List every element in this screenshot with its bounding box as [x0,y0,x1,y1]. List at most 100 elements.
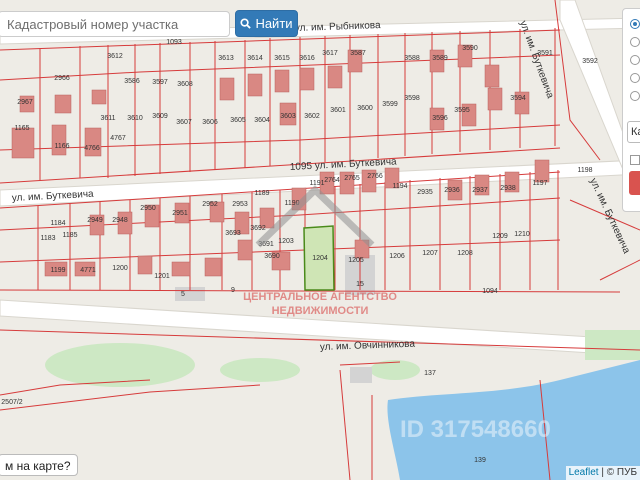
parcel-number: 1210 [514,231,530,238]
parcel-number: 3602 [304,113,320,120]
search-button[interactable]: Найти [235,10,298,37]
parcel-number: 3611 [100,115,115,122]
parcel-number: 1200 [112,265,128,272]
parcel-number: 4767 [110,135,126,142]
parcel-number: 2935 [417,189,433,196]
parcel-number: 3605 [230,117,246,124]
parcel-number: 2967 [17,99,33,106]
parcel-number: 1184 [50,220,65,227]
parcel-number: 3616 [299,55,315,62]
parcel-number: 139 [474,457,486,464]
parcel-number: 1201 [154,273,170,280]
parcel-number: 3599 [382,101,398,108]
search-button-label: Найти [255,16,293,31]
parcel-number: 1198 [577,167,592,174]
parcel-number: 2952 [202,201,218,208]
parcel-number: 3586 [124,78,140,85]
parcel-number: 1183 [40,235,55,242]
parcel-number: 2950 [140,205,156,212]
parcel-number: 3615 [274,55,290,62]
parcel-number: 3607 [176,119,192,126]
parcel-number: 3587 [350,50,366,57]
parcel-number: 2951 [172,210,188,217]
parcel-number: 3617 [322,50,338,57]
parcel-number: 1191 [309,180,324,187]
map-attribution: Leaflet | © ПУБ [565,466,640,480]
parcel-number: 1209 [492,233,508,240]
parcel-number: 2764 [324,177,340,184]
parcel-number: 4766 [84,145,100,152]
parcel-number: 3592 [582,58,598,65]
parcel-number: 3589 [432,55,448,62]
parcel-number: 3606 [202,119,218,126]
parcel-number: 1189 [254,190,269,197]
parcel-number: 2936 [444,187,460,194]
parcel-number: 1166 [54,143,69,150]
parcel-number: 2766 [367,173,383,180]
parcel-number: 1203 [278,238,294,245]
parcel-number: 1199 [50,267,65,274]
parcel-number: 1206 [389,253,405,260]
attribution-text: | © ПУБ [601,467,637,478]
parcel-number: 3692 [250,225,266,232]
parcel-number: 3609 [152,113,168,120]
parcel-number: 3604 [254,117,270,124]
layer-radio-2[interactable] [630,37,640,47]
parcel-number: 1208 [457,250,473,257]
parcel-number: 1194 [392,183,407,190]
layer-radio-5[interactable] [630,91,640,101]
parcel-number: 2937 [472,187,488,194]
panel-action-button[interactable] [629,171,640,195]
parcel-number: 15 [356,281,364,288]
parcel-number: 2966 [54,75,70,82]
layer-panel: Ка [622,8,640,212]
parcel-number: 3595 [454,107,470,114]
parcel-number: 3610 [127,115,143,122]
layer-checkbox[interactable] [630,155,640,165]
parcel-number: 3594 [510,95,526,102]
parcel-number: 3591 [537,50,553,57]
parcel-number: 1094 [482,288,498,295]
parcel-number: 1207 [422,250,438,257]
parcel-number: 1204 [312,255,328,262]
parcel-number: 1205 [348,257,364,264]
layer-radio-4[interactable] [630,73,640,83]
parcel-number: 3612 [107,53,123,60]
parcel-number: 3614 [247,55,263,62]
parcel-number: 3690 [264,253,280,260]
parcel-number: 2949 [87,217,103,224]
listing-id-watermark: ID 317548660 [400,416,551,443]
parcel-number: 1093 [166,39,182,46]
parcel-number: 2948 [112,217,128,224]
leaflet-link[interactable]: Leaflet [569,467,599,478]
parcel-number: 3596 [432,115,448,122]
search-icon [240,18,252,29]
parcel-number: 3590 [462,45,478,52]
parcel-number: 2507/2 [1,399,23,406]
feedback-question-button[interactable]: м на карте? [0,454,78,476]
parcel-number: 5 [181,291,185,298]
parcel-number: 1197 [532,180,547,187]
cadastral-map[interactable]: ул. им. Рыбникова 1095 ул. им. Буткевича… [0,0,640,480]
parcel-number: 3693 [225,230,241,237]
parcel-number: 3598 [404,95,420,102]
parcel-number: 3588 [404,55,420,62]
parcel-number: 3597 [152,79,168,86]
parcel-number: 2765 [344,175,360,182]
parcel-number: 2938 [500,185,516,192]
watermark-line2: НЕДВИЖИМОСТИ [272,305,369,317]
parcel-number: 3608 [177,81,193,88]
cadastral-search-input[interactable] [0,11,230,37]
parcel-number: 3600 [357,105,373,112]
parcel-number: 3601 [330,107,346,114]
layer-radio-3[interactable] [630,55,640,65]
parcel-number: 4771 [80,267,96,274]
layer-select[interactable]: Ка [627,121,640,143]
layer-radio-1[interactable] [630,19,640,29]
parcel-number: 2953 [232,201,248,208]
parcel-number: 1185 [62,232,77,239]
watermark-line1: ЦЕНТРАЛЬНОЕ АГЕНТСТВО [243,291,397,303]
parcel-number: 3603 [280,113,296,120]
parcel-number: 137 [424,370,436,377]
parcel-number: 9 [231,287,235,294]
